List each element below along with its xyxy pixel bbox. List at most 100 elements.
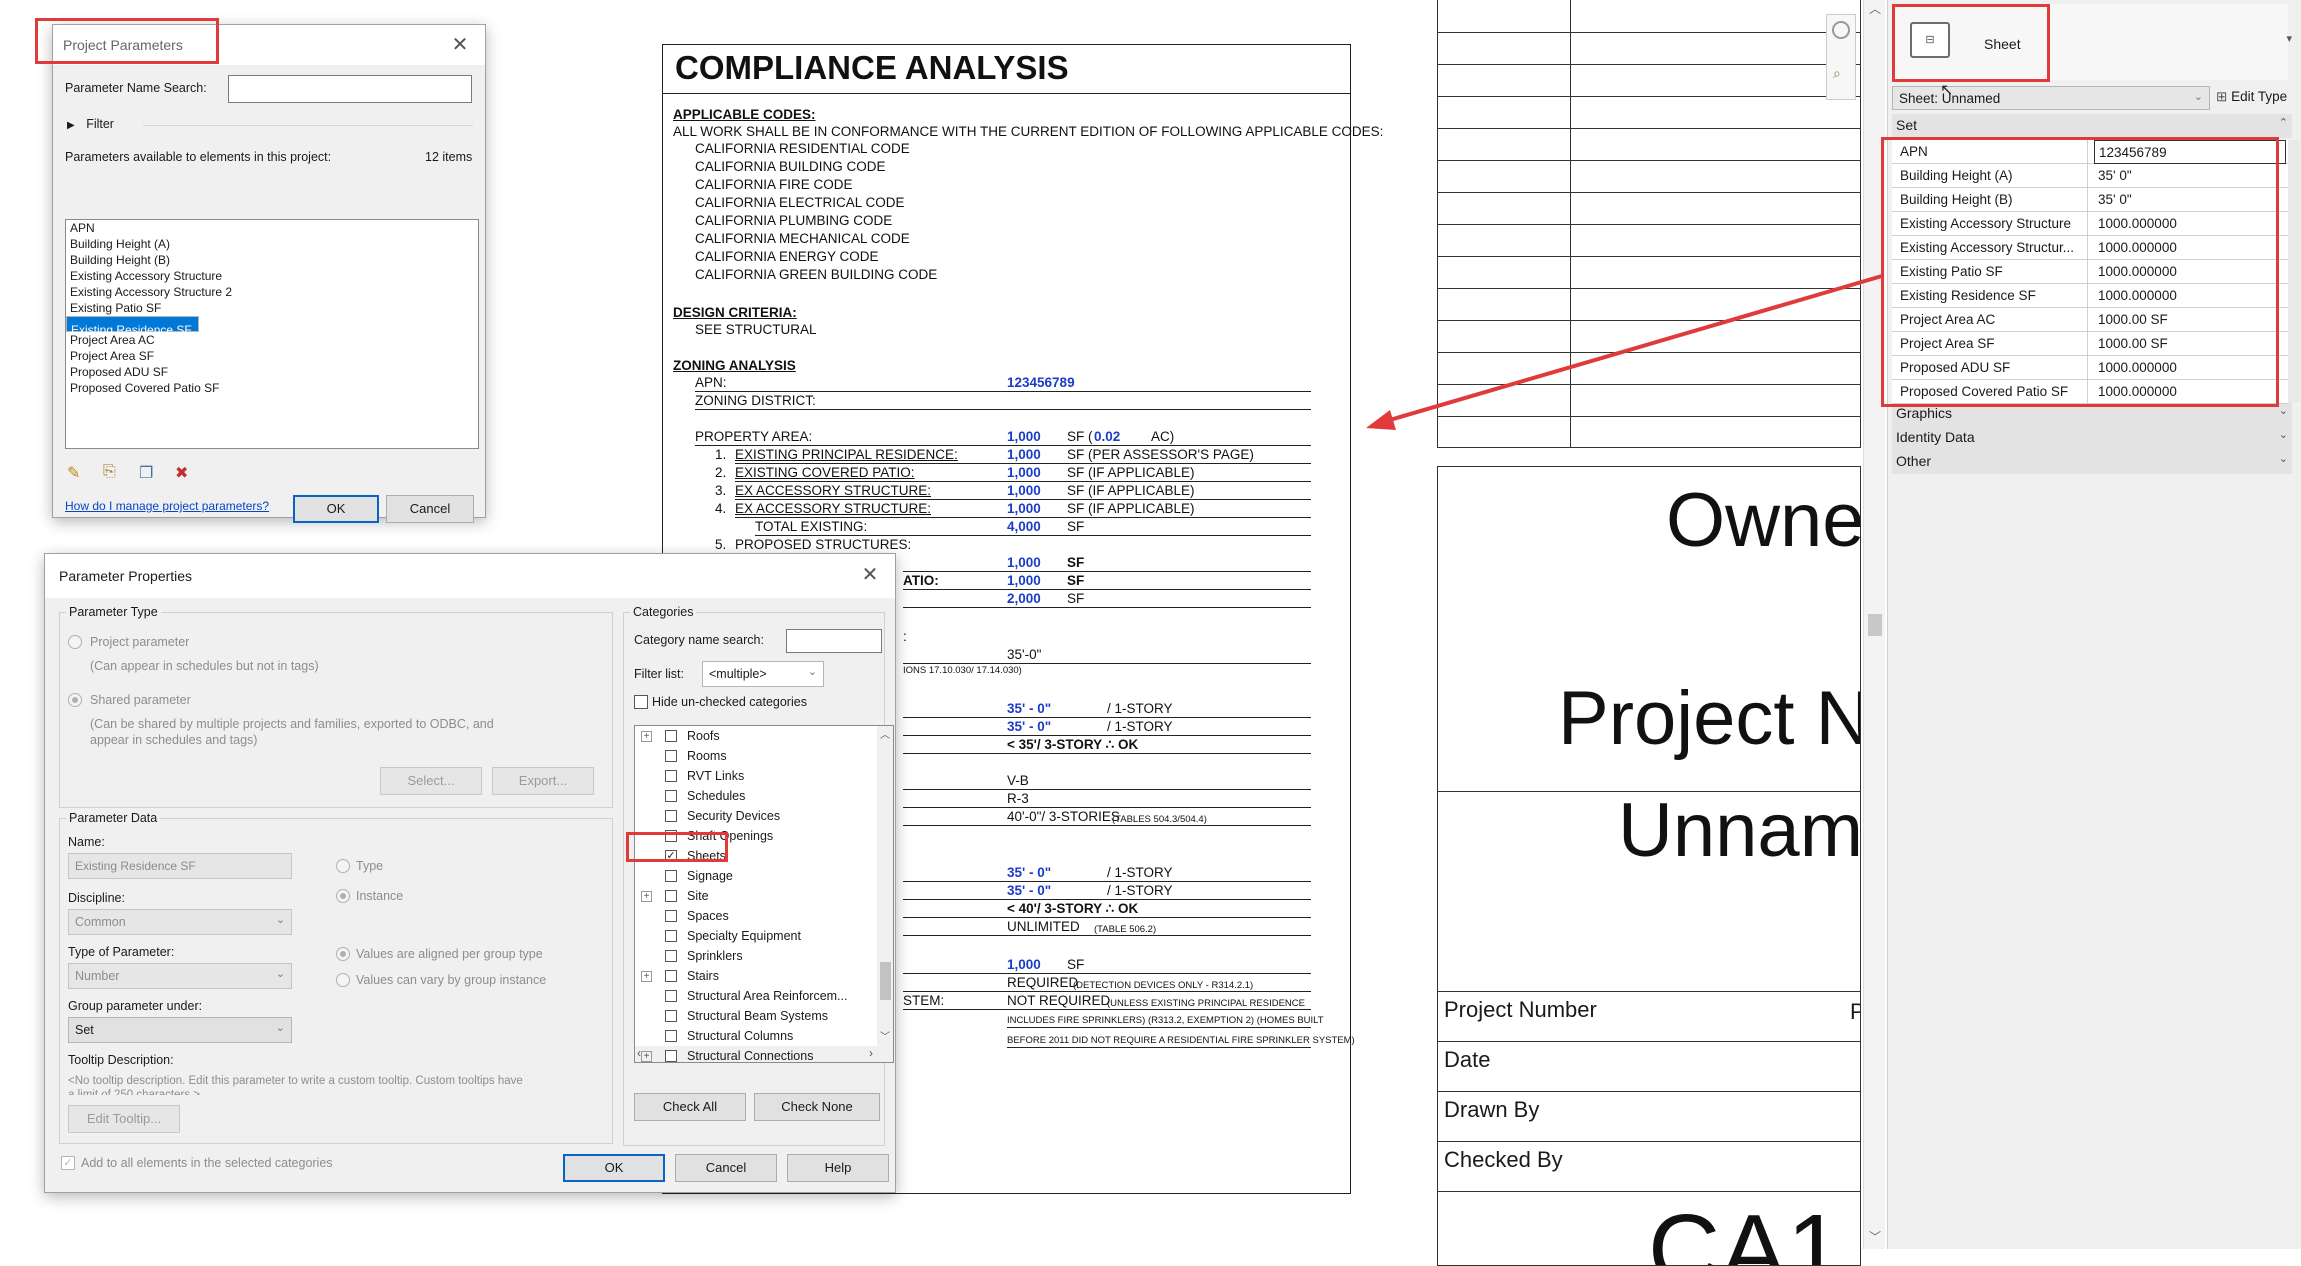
select-button[interactable]: Select...	[380, 767, 482, 795]
property-row[interactable]: Existing Accessory Structur... 1000.00000…	[1892, 236, 2288, 260]
name-input[interactable]: Existing Residence SF	[68, 853, 292, 879]
category-item[interactable]: + Roofs	[635, 726, 875, 746]
chevron-down-icon[interactable]: ﹀	[877, 1028, 893, 1043]
category-checkbox[interactable]	[665, 750, 677, 762]
category-checkbox[interactable]	[665, 1010, 677, 1022]
expand-plus-icon[interactable]: +	[641, 891, 652, 902]
property-value[interactable]: 1000.00 SF	[2094, 308, 2286, 332]
category-checkbox[interactable]	[665, 890, 677, 902]
category-item[interactable]: Shaft Openings	[635, 826, 875, 846]
property-row[interactable]: Building Height (A) 35' 0"	[1892, 164, 2288, 188]
categories-list[interactable]: ︿ ﹀ ‹ › + Roofs Rooms RVT Links Schedules Sec…	[634, 725, 894, 1063]
category-item[interactable]: Spaces	[635, 906, 875, 926]
property-value[interactable]: 1000.00 SF	[2094, 332, 2286, 356]
parameter-list-item[interactable]: Proposed Covered Patio SF	[66, 380, 478, 396]
property-row[interactable]: Existing Accessory Structure 1000.000000	[1892, 212, 2288, 236]
scrollbar-thumb[interactable]	[880, 962, 891, 1000]
parameter-search-input[interactable]	[228, 75, 472, 103]
filter-expander[interactable]: ▶ Filter	[67, 117, 114, 131]
property-row[interactable]: Existing Patio SF 1000.000000	[1892, 260, 2288, 284]
category-checkbox[interactable]	[665, 870, 677, 882]
category-item[interactable]: Rooms	[635, 746, 875, 766]
property-value[interactable]: 1000.000000	[2094, 236, 2286, 260]
parameter-list-item[interactable]: Project Area SF	[66, 348, 478, 364]
shared-parameter-radio[interactable]	[68, 693, 82, 707]
category-item[interactable]: Schedules	[635, 786, 875, 806]
category-checkbox[interactable]	[665, 770, 677, 782]
category-checkbox[interactable]	[665, 830, 677, 842]
property-value[interactable]: 35' 0"	[2094, 164, 2286, 188]
parameter-list-item[interactable]: Existing Accessory Structure 2	[66, 284, 478, 300]
category-item[interactable]: + Structural Connections	[635, 1046, 875, 1062]
category-checkbox[interactable]	[665, 1050, 677, 1062]
export-button[interactable]: Export...	[492, 767, 594, 795]
expand-plus-icon[interactable]: +	[641, 1051, 652, 1062]
property-value[interactable]: 1000.000000	[2094, 356, 2286, 380]
group-identity-data[interactable]: Identity Data ⌄	[1892, 426, 2292, 450]
discipline-select[interactable]: Common ⌄	[68, 909, 292, 935]
category-item[interactable]: + Site	[635, 886, 875, 906]
chevron-down-icon[interactable]: ▾	[2286, 32, 2292, 45]
category-search-input[interactable]	[786, 629, 882, 653]
property-row[interactable]: Proposed Covered Patio SF 1000.000000	[1892, 380, 2288, 404]
chevron-down-icon[interactable]: ﹀	[1864, 1228, 1886, 1245]
parameter-list-item[interactable]: Building Height (B)	[66, 252, 478, 268]
close-icon[interactable]: ✕	[445, 30, 475, 60]
close-icon[interactable]: ✕	[855, 560, 885, 590]
parameter-list[interactable]: APN Building Height (A) Building Height (B…	[65, 219, 479, 449]
property-row[interactable]: Project Area AC 1000.00 SF	[1892, 308, 2288, 332]
ok-button[interactable]: OK	[293, 495, 379, 523]
delete-parameter-icon[interactable]: ✖	[175, 463, 188, 483]
expand-plus-icon[interactable]: +	[641, 971, 652, 982]
new-parameter-icon[interactable]: ⎘	[103, 463, 116, 481]
category-checkbox[interactable]	[665, 930, 677, 942]
hide-unchecked-checkbox[interactable]	[634, 695, 648, 709]
property-value[interactable]: 35' 0"	[2094, 188, 2286, 212]
property-value[interactable]: 1000.000000	[2094, 380, 2286, 404]
property-row[interactable]: Proposed ADU SF 1000.000000	[1892, 356, 2288, 380]
property-value[interactable]: 1000.000000	[2094, 284, 2286, 308]
cancel-button[interactable]: Cancel	[386, 495, 474, 523]
category-checkbox[interactable]	[665, 950, 677, 962]
category-checkbox[interactable]	[665, 810, 677, 822]
project-parameter-radio[interactable]	[68, 635, 82, 649]
group-under-select[interactable]: Set ⌄	[68, 1017, 292, 1043]
category-checkbox[interactable]	[665, 730, 677, 742]
category-item[interactable]: RVT Links	[635, 766, 875, 786]
filter-list-select[interactable]: <multiple> ⌄	[702, 661, 824, 687]
chevron-up-icon[interactable]: ︿	[877, 726, 893, 741]
chevron-up-icon[interactable]: ︿	[1864, 0, 1886, 17]
expand-plus-icon[interactable]: +	[641, 731, 652, 742]
group-other[interactable]: Other ⌄	[1892, 450, 2292, 474]
category-item[interactable]: Sprinklers	[635, 946, 875, 966]
group-graphics[interactable]: Graphics ⌄	[1892, 402, 2292, 426]
type-of-parameter-select[interactable]: Number ⌄	[68, 963, 292, 989]
property-row[interactable]: Project Area SF 1000.00 SF	[1892, 332, 2288, 356]
add-to-all-checkbox[interactable]: ✓	[61, 1156, 75, 1170]
category-item[interactable]: + Stairs	[635, 966, 875, 986]
vary-radio[interactable]	[336, 973, 350, 987]
vertical-scrollbar[interactable]: ︿ ﹀	[877, 726, 893, 1046]
check-none-button[interactable]: Check None	[754, 1093, 880, 1121]
help-button[interactable]: Help	[787, 1154, 889, 1182]
instance-radio[interactable]	[336, 889, 350, 903]
property-row[interactable]: Building Height (B) 35' 0"	[1892, 188, 2288, 212]
parameter-list-item[interactable]: Existing Accessory Structure	[66, 268, 478, 284]
property-row[interactable]: APN 123456789	[1892, 140, 2288, 164]
aligned-radio[interactable]	[336, 947, 350, 961]
category-item[interactable]: Specialty Equipment	[635, 926, 875, 946]
pencil-edit-icon[interactable]: ✎	[67, 463, 80, 483]
help-link[interactable]: How do I manage project parameters?	[65, 499, 269, 513]
property-value[interactable]: 1000.000000	[2094, 212, 2286, 236]
ok-button[interactable]: OK	[563, 1154, 665, 1182]
category-checkbox[interactable]: ✓	[665, 850, 677, 862]
category-item[interactable]: ✓ Sheets	[635, 846, 875, 866]
type-radio[interactable]	[336, 859, 350, 873]
category-checkbox[interactable]	[665, 910, 677, 922]
category-checkbox[interactable]	[665, 790, 677, 802]
parameter-list-item[interactable]: APN	[66, 220, 478, 236]
parameter-list-item[interactable]: Existing Residence SF	[66, 316, 199, 337]
type-selector[interactable]: ⊟ Sheet ▾	[1892, 4, 2292, 80]
cancel-button[interactable]: Cancel	[675, 1154, 777, 1182]
category-item[interactable]: Signage	[635, 866, 875, 886]
